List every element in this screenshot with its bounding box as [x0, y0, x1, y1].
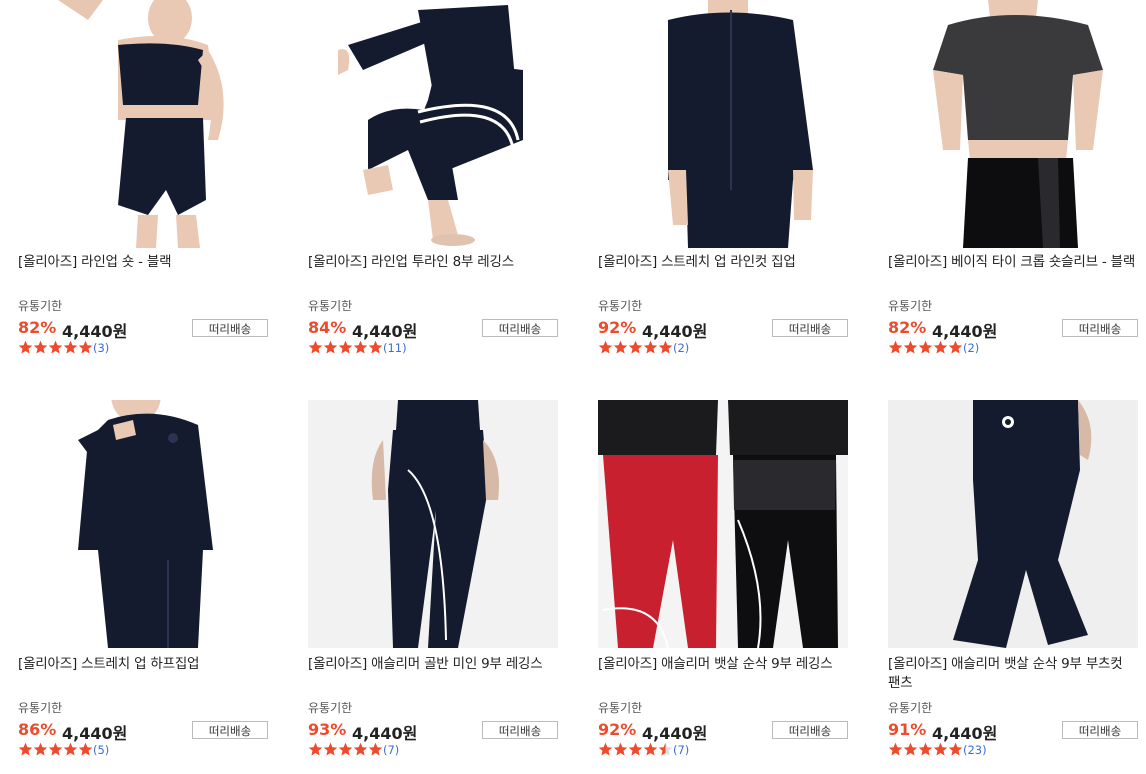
expiry-label: 유통기한 — [888, 299, 933, 313]
price: 4,440원 — [932, 322, 998, 341]
star-rating-icon — [308, 340, 383, 355]
shipping-button[interactable]: 떠리배송 — [192, 721, 268, 739]
price: 4,440원 — [352, 322, 418, 341]
product-image[interactable] — [308, 0, 558, 248]
expiry-label: 유통기한 — [18, 701, 63, 715]
discount-rate: 82% — [888, 318, 927, 337]
product-name[interactable]: [올리아즈] 애슬리머 뱃살 순삭 9부 부츠컷 팬츠 — [888, 655, 1138, 693]
star-rating-icon — [598, 340, 673, 355]
product-name[interactable]: [올리아즈] 라인업 투라인 8부 레깅스 — [308, 253, 558, 272]
product-image[interactable] — [18, 400, 268, 648]
discount-rate: 93% — [308, 720, 347, 739]
discount-rate: 82% — [18, 318, 57, 337]
review-count[interactable]: (11) — [383, 341, 407, 355]
product-image[interactable] — [18, 0, 268, 248]
discount-rate: 86% — [18, 720, 57, 739]
expiry-label: 유통기한 — [18, 299, 63, 313]
expiry-label: 유통기한 — [308, 299, 353, 313]
product-image[interactable] — [888, 400, 1138, 648]
product-name[interactable]: [올리아즈] 라인업 숏 - 블랙 — [18, 253, 268, 272]
product-name[interactable]: [올리아즈] 애슬리머 골반 미인 9부 레깅스 — [308, 655, 558, 674]
price: 4,440원 — [62, 724, 128, 743]
review-count[interactable]: (2) — [963, 341, 979, 355]
price: 4,440원 — [62, 322, 128, 341]
review-count[interactable]: (3) — [93, 341, 109, 355]
discount-rate: 92% — [598, 720, 637, 739]
price: 4,440원 — [642, 322, 708, 341]
price-row: 91% 4,440원 떠리배송 — [888, 720, 1138, 743]
product-name[interactable]: [올리아즈] 애슬리머 뱃살 순삭 9부 레깅스 — [598, 655, 848, 674]
star-rating-icon — [888, 340, 963, 355]
expiry-label: 유통기한 — [598, 299, 643, 313]
discount-rate: 91% — [888, 720, 927, 739]
price: 4,440원 — [642, 724, 708, 743]
price: 4,440원 — [352, 724, 418, 743]
review-count[interactable]: (2) — [673, 341, 689, 355]
product-image[interactable] — [308, 400, 558, 648]
shipping-button[interactable]: 떠리배송 — [1062, 319, 1138, 337]
product-image[interactable] — [888, 0, 1138, 248]
star-rating-icon — [308, 742, 383, 757]
discount-rate: 84% — [308, 318, 347, 337]
review-count[interactable]: (7) — [383, 743, 399, 757]
product-name[interactable]: [올리아즈] 스트레치 업 라인컷 집업 — [598, 253, 848, 272]
review-count[interactable]: (7) — [673, 743, 689, 757]
price-row: 82% 4,440원 떠리배송 — [888, 318, 1138, 341]
expiry-label: 유통기한 — [308, 701, 353, 715]
star-rating-icon — [18, 742, 93, 757]
price: 4,440원 — [932, 724, 998, 743]
shipping-button[interactable]: 떠리배송 — [482, 319, 558, 337]
expiry-label: 유통기한 — [598, 701, 643, 715]
star-rating-icon — [888, 742, 963, 757]
product-image[interactable] — [598, 0, 848, 248]
product-name[interactable]: [올리아즈] 베이직 타이 크롭 숏슬리브 - 블랙 — [888, 253, 1138, 272]
review-count[interactable]: (5) — [93, 743, 109, 757]
price-row: 93% 4,440원 떠리배송 — [308, 720, 558, 743]
star-rating-icon — [598, 742, 673, 757]
review-count[interactable]: (23) — [963, 743, 987, 757]
star-rating-icon — [18, 340, 93, 355]
price-row: 92% 4,440원 떠리배송 — [598, 318, 848, 341]
price-row: 86% 4,440원 떠리배송 — [18, 720, 268, 743]
product-name[interactable]: [올리아즈] 스트레치 업 하프집업 — [18, 655, 268, 674]
discount-rate: 92% — [598, 318, 637, 337]
shipping-button[interactable]: 떠리배송 — [772, 721, 848, 739]
price-row: 92% 4,440원 떠리배송 — [598, 720, 848, 743]
shipping-button[interactable]: 떠리배송 — [1062, 721, 1138, 739]
expiry-label: 유통기한 — [888, 701, 933, 715]
price-row: 84% 4,440원 떠리배송 — [308, 318, 558, 341]
shipping-button[interactable]: 떠리배송 — [772, 319, 848, 337]
product-image[interactable] — [598, 400, 848, 648]
price-row: 82% 4,440원 떠리배송 — [18, 318, 268, 341]
shipping-button[interactable]: 떠리배송 — [192, 319, 268, 337]
shipping-button[interactable]: 떠리배송 — [482, 721, 558, 739]
